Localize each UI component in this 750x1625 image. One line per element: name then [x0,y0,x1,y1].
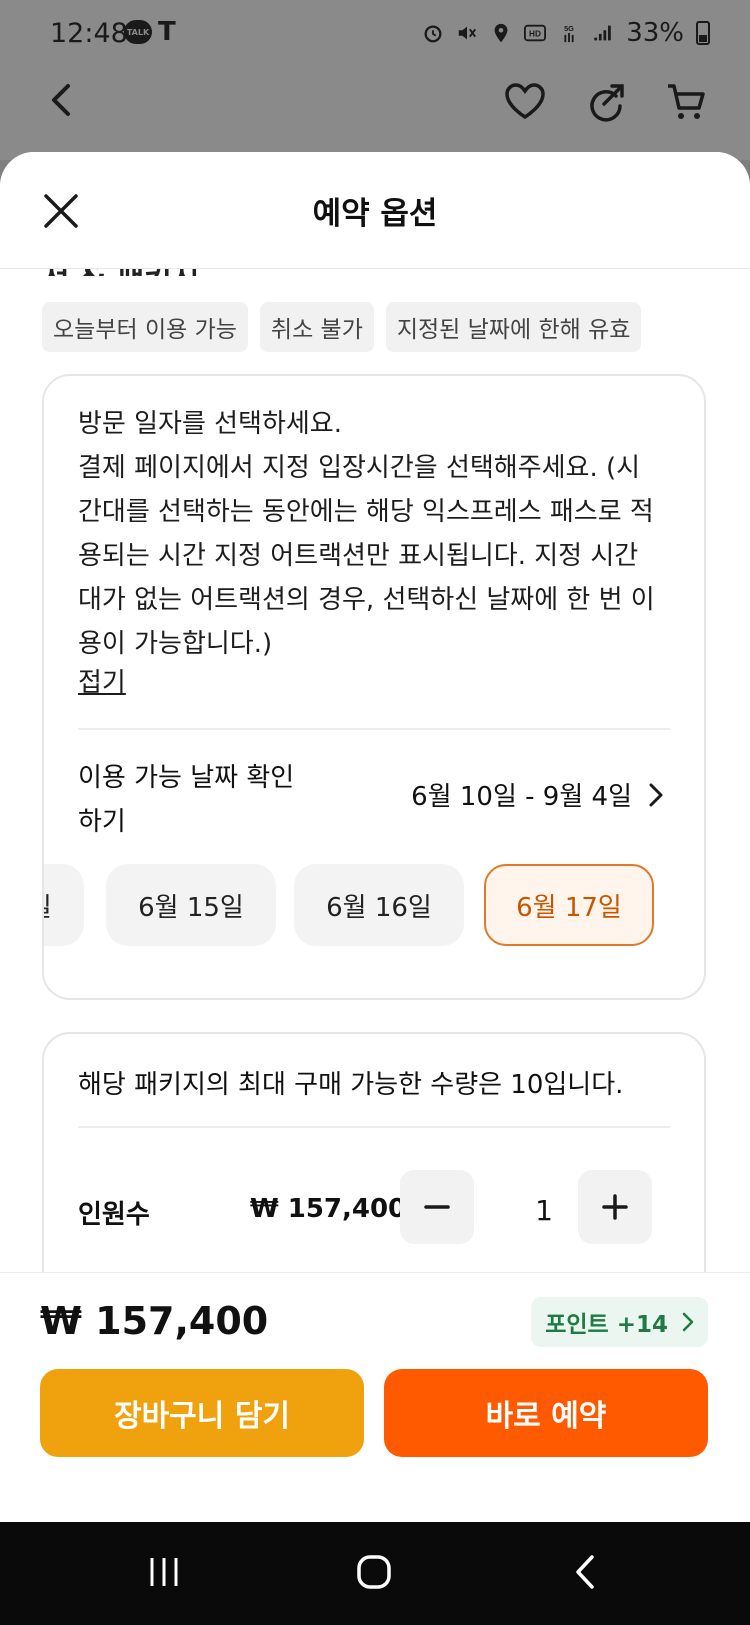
5g-signal-icon: 5G [564,24,574,43]
back-icon[interactable] [570,1554,600,1590]
background-page: 12:48 TALK T HD 5G 33% [0,0,750,160]
date-option-selected[interactable]: 6월 17일 [484,864,654,946]
alarm-icon [424,25,442,43]
hd-icon: HD [524,24,547,42]
date-option[interactable]: 6월 16일 [294,864,464,946]
svg-text:HD: HD [529,30,541,39]
kakaotalk-icon: TALK [124,20,152,44]
fold-link[interactable]: 접기 [78,662,126,699]
points-label: 포인트 +14 [545,1312,668,1338]
quantity-card: 해당 패키지의 최대 구매 가능한 수량은 10입니다. 인원수 ₩ 157,4… [42,1032,706,1298]
availability-range[interactable]: 6월 10일 - 9월 4일 [411,776,664,813]
top-nav [0,72,750,162]
mute-icon [458,26,477,40]
android-nav-bar [0,1522,750,1625]
chip-no-cancel: 취소 불가 [259,302,374,352]
t-app-icon: T [158,17,176,47]
location-icon [494,23,508,43]
chevron-right-icon [649,783,663,806]
availability-label[interactable]: 이용 가능 날짜 확인 하기 [78,756,318,844]
divider [78,728,670,730]
total-price: ₩ 157,400 [40,1299,269,1343]
cell-signal-icon [594,25,611,41]
cart-icon[interactable] [666,82,706,122]
share-icon[interactable] [586,82,626,122]
home-icon[interactable] [356,1554,392,1590]
minus-icon [424,1205,450,1209]
chip-available-today: 오늘부터 이용 가능 [42,302,248,352]
date-selection-card: 방문 일자를 선택하세요. 결제 페이지에서 지정 입장시간을 선택해주세요. … [42,374,706,1000]
date-scroller[interactable]: 6월 14일 6월 15일 6월 16일 6월 17일 [44,864,704,948]
status-bar: 12:48 TALK T HD 5G 33% [0,0,750,72]
quantity-value: 1 [535,1194,553,1227]
sheet-title: 예약 옵션 [312,196,438,232]
person-count-label: 인원수 [78,1200,150,1230]
add-to-cart-button[interactable]: 장바구니 담기 [40,1369,364,1457]
reservation-options-sheet: 예약 옵션 저 & 패키지 오늘부터 이용 가능 취소 불가 지정된 날짜에 한… [0,152,750,1522]
visit-date-description: 방문 일자를 선택하세요. 결제 페이지에서 지정 입장시간을 선택해주세요. … [78,409,655,659]
points-badge[interactable]: 포인트 +14 [531,1297,708,1347]
checkout-footer: ₩ 157,400 포인트 +14 장바구니 담기 바로 예약 [0,1272,750,1522]
person-price: ₩ 157,400 [250,1194,407,1224]
status-time: 12:48 [50,18,128,49]
plus-icon [602,1194,628,1220]
divider [78,1126,670,1128]
chip-date-valid: 지정된 날짜에 한해 유효 [385,302,642,352]
sheet-header: 예약 옵션 [0,152,750,269]
battery-icon [696,21,710,45]
recents-icon[interactable] [146,1554,182,1590]
battery-percent: 33% [626,18,684,48]
tag-chips: 오늘부터 이용 가능 취소 불가 지정된 날짜에 한해 유효 [42,302,642,352]
increment-button[interactable] [578,1170,652,1244]
date-option[interactable]: 6월 15일 [106,864,276,946]
heart-icon[interactable] [504,82,546,120]
back-arrow-icon[interactable] [44,82,80,118]
max-quantity-note: 해당 패키지의 최대 구매 가능한 수량은 10입니다. [78,1070,624,1100]
decrement-button[interactable] [400,1170,474,1244]
chevron-right-icon [682,1312,694,1332]
svg-text:5G: 5G [564,24,574,33]
availability-range-text: 6월 10일 - 9월 4일 [411,782,632,812]
book-now-button[interactable]: 바로 예약 [384,1369,708,1457]
date-option[interactable]: 6월 14일 [44,864,84,946]
